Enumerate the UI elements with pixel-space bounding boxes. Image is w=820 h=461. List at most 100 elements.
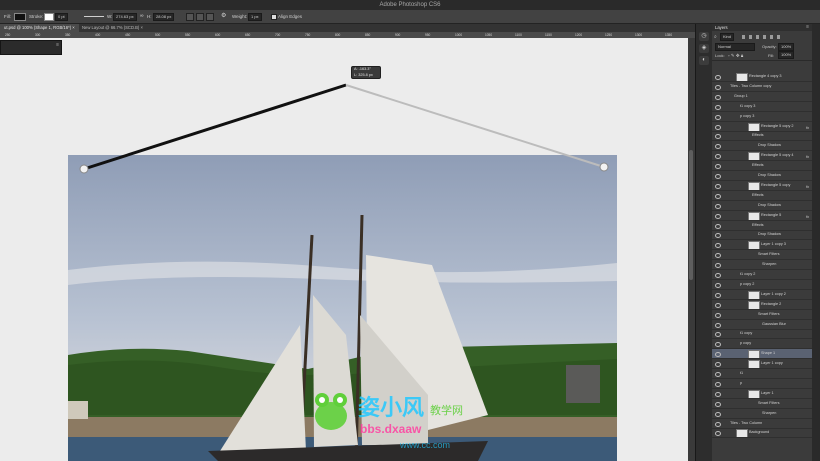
eye-icon[interactable] [715, 322, 721, 328]
layer-row[interactable]: Smart Filters [712, 310, 812, 320]
eye-icon[interactable] [715, 253, 721, 259]
layer-row[interactable]: p copy [712, 339, 812, 350]
layers-tab[interactable]: Layers [715, 25, 728, 30]
layer-row[interactable]: Effects [712, 131, 812, 142]
effects-icon[interactable]: fx [806, 183, 809, 190]
eye-icon[interactable] [715, 352, 721, 358]
close-icon[interactable]: × [141, 25, 143, 30]
layer-row[interactable]: Background [712, 428, 812, 439]
eye-icon[interactable] [715, 144, 721, 150]
layer-row[interactable]: t1 [712, 369, 812, 379]
eye-icon[interactable] [715, 75, 721, 80]
eye-icon[interactable] [715, 174, 721, 179]
layer-row[interactable]: Tiles - Two Column [712, 419, 812, 429]
gear-icon[interactable]: ⚙ [221, 13, 226, 20]
align-edges-checkbox[interactable] [271, 14, 277, 20]
path-arrangement-icon[interactable] [206, 13, 214, 21]
layer-row[interactable]: Layer 1 [712, 389, 812, 399]
adjustments-icon[interactable]: ◐ [699, 56, 709, 65]
eye-icon[interactable] [715, 391, 721, 397]
layer-row[interactable]: t1 copy [712, 329, 812, 340]
layer-row[interactable]: t1 copy 2 [712, 270, 812, 280]
eye-icon[interactable] [715, 302, 721, 308]
search-icon[interactable]: ⌕ [714, 34, 717, 40]
eye-icon[interactable] [715, 263, 721, 269]
layer-row[interactable]: Drop Shadow [712, 171, 812, 181]
stroke-size-field[interactable]: 0 pt [55, 13, 68, 21]
tab-new-layout[interactable]: New Layout @ 66.7% (SCD.B) × [78, 24, 147, 32]
eye-icon[interactable] [715, 421, 721, 427]
height-field[interactable]: 28.08 px [153, 13, 175, 21]
layer-row[interactable]: Drop Shadow [712, 141, 812, 152]
eye-icon[interactable] [715, 154, 721, 160]
layer-row[interactable]: t1 copy 3 [712, 102, 812, 112]
eye-icon[interactable] [715, 362, 721, 368]
layer-row[interactable]: Rectangle 5 copy 4 fx [712, 151, 812, 162]
close-icon[interactable]: × [72, 25, 74, 30]
layer-row[interactable]: p [712, 379, 812, 389]
lock-icons[interactable]: ▫ ✎ ✥ 🔒︎ [728, 53, 743, 59]
panel-menu-icon[interactable]: ≡ [806, 24, 809, 30]
properties-icon[interactable]: ◈ [699, 44, 709, 53]
layer-row[interactable]: Rectangle 5 fx [712, 211, 812, 221]
stroke-style-picker[interactable] [84, 16, 104, 17]
eye-icon[interactable] [715, 223, 721, 229]
layer-row[interactable]: Group 1 [712, 92, 812, 102]
path-operations-icon[interactable] [186, 13, 194, 21]
anchor-point-right[interactable] [599, 162, 609, 172]
anchor-point-left[interactable] [79, 164, 89, 174]
layer-row[interactable]: Layer 1 copy 3 [712, 240, 812, 251]
eye-icon[interactable] [715, 94, 721, 100]
eye-icon[interactable] [715, 431, 721, 437]
eye-icon[interactable] [715, 124, 721, 130]
drawn-line-path[interactable] [83, 83, 347, 171]
eye-icon[interactable] [715, 411, 721, 417]
eye-icon[interactable] [715, 114, 721, 120]
filter-type-icons[interactable] [742, 35, 782, 39]
layer-row[interactable]: Layer 1 copy [712, 359, 812, 370]
layer-row[interactable]: p copy 3 [712, 112, 812, 122]
path-alignment-icon[interactable] [196, 13, 204, 21]
layer-row[interactable]: Tiles - Two Column copy [712, 82, 812, 92]
tab-active-document[interactable]: ut.psd @ 100% (Shape 1, RGB/16*) × [0, 24, 79, 32]
effects-icon[interactable]: fx [806, 213, 809, 220]
eye-icon[interactable] [715, 203, 721, 209]
layer-row[interactable]: Effects [712, 221, 812, 231]
weight-field[interactable]: 1 px [248, 13, 262, 21]
kind-filter-select[interactable]: Kind [720, 33, 735, 41]
layer-row[interactable]: Smart Filters [712, 250, 812, 261]
eye-icon[interactable] [715, 273, 721, 278]
layer-row[interactable]: Shape 1 [712, 349, 812, 360]
eye-icon[interactable] [715, 401, 721, 407]
eye-icon[interactable] [715, 104, 721, 110]
layer-row[interactable]: p copy 2 [712, 280, 812, 290]
eye-icon[interactable] [715, 183, 721, 189]
layer-row[interactable]: Drop Shadow [712, 230, 812, 241]
eye-icon[interactable] [715, 84, 721, 90]
layer-row[interactable]: Rectangle 5 copy fx [712, 181, 812, 191]
fill-swatch[interactable] [14, 13, 26, 21]
width-field[interactable]: 274.63 px [113, 13, 137, 21]
eye-icon[interactable] [715, 243, 721, 249]
link-icon[interactable]: ∞ [140, 13, 144, 20]
layer-row[interactable]: Sharpen [712, 260, 812, 271]
layer-row[interactable]: Layer 1 copy 2 [712, 290, 812, 300]
layer-row[interactable]: Sharpen [712, 409, 812, 419]
scrollbar-thumb[interactable] [689, 150, 693, 280]
layer-row[interactable]: Drop Shadow [712, 201, 812, 211]
eye-icon[interactable] [715, 381, 721, 387]
blend-mode-select[interactable]: Normal [715, 43, 755, 51]
effects-icon[interactable]: fx [806, 153, 809, 160]
eye-icon[interactable] [715, 193, 721, 199]
layer-row[interactable]: Effects [712, 191, 812, 201]
layer-row[interactable]: Effects [712, 161, 812, 172]
layer-row[interactable]: Rectangle 5 copy 2 fx [712, 122, 812, 132]
effects-icon[interactable]: fx [806, 124, 809, 131]
layer-row[interactable]: Gaussian Blur [712, 320, 812, 330]
eye-icon[interactable] [715, 372, 721, 377]
eye-icon[interactable] [715, 312, 721, 318]
eye-icon[interactable] [715, 332, 721, 338]
eye-icon[interactable] [715, 233, 721, 239]
layer-row[interactable]: Rectangle 4 copy 3 [712, 72, 812, 82]
opacity-field[interactable]: 100% [778, 43, 795, 51]
